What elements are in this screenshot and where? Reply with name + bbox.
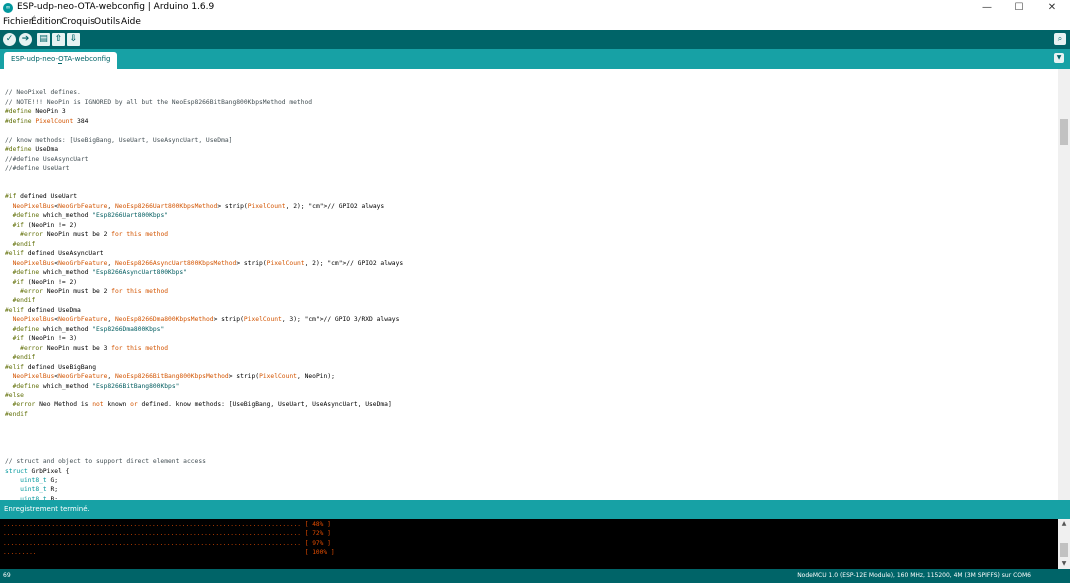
console-output[interactable]: ........................................… [0, 519, 1058, 569]
console-text: ........................................… [3, 521, 335, 557]
code-text[interactable]: // NeoPixel defines. // NOTE!!! NeoPin i… [5, 79, 403, 500]
verify-button[interactable]: ✓ [3, 33, 16, 46]
line-number: 69 [3, 572, 11, 579]
console-scroll-thumb[interactable] [1060, 543, 1068, 557]
editor-scrollbar[interactable] [1058, 69, 1070, 500]
footer-bar: 69 NodeMCU 1.0 (ESP-12E Module), 160 MHz… [0, 569, 1070, 583]
menu-aide[interactable]: Aide [121, 17, 141, 27]
scroll-down-icon[interactable]: ▼ [1058, 560, 1070, 568]
menu-outils[interactable]: Outils [94, 17, 120, 27]
tab-bar: ESP-udp-neo-OTA-webconfig ▼ [0, 49, 1070, 69]
open-sketch-button[interactable]: ⇧ [52, 33, 65, 46]
menu-fichier[interactable]: Fichier [3, 17, 32, 27]
toolbar: ✓ ➔ ▤ ⇧ ⇩ ⌕ [0, 30, 1070, 49]
status-bar: Enregistrement terminé. [0, 500, 1070, 519]
tab-modified-marker [58, 63, 62, 64]
title-bar: ∞ ESP-udp-neo-OTA-webconfig | Arduino 1.… [0, 0, 1070, 16]
upload-button[interactable]: ➔ [19, 33, 32, 46]
minimize-button[interactable]: — [972, 0, 1002, 16]
window-title: ESP-udp-neo-OTA-webconfig | Arduino 1.6.… [17, 2, 215, 12]
code-editor[interactable]: // NeoPixel defines. // NOTE!!! NeoPin i… [0, 69, 1058, 500]
menu-bar: Fichier Édition Croquis Outils Aide [0, 16, 1070, 30]
console-scrollbar[interactable]: ▲ ▼ [1058, 519, 1070, 569]
menu-edition[interactable]: Édition [31, 17, 62, 27]
close-button[interactable]: ✕ [1037, 0, 1067, 16]
maximize-button[interactable]: ☐ [1004, 0, 1034, 16]
status-message: Enregistrement terminé. [4, 505, 90, 513]
tab-menu-button[interactable]: ▼ [1054, 53, 1064, 63]
tab-sketch[interactable]: ESP-udp-neo-OTA-webconfig [4, 52, 118, 69]
serial-monitor-button[interactable]: ⌕ [1054, 33, 1066, 45]
board-info: NodeMCU 1.0 (ESP-12E Module), 160 MHz, 1… [797, 572, 1031, 579]
menu-croquis[interactable]: Croquis [61, 17, 95, 27]
arduino-icon: ∞ [3, 3, 13, 13]
editor-scroll-thumb[interactable] [1060, 119, 1068, 145]
new-sketch-button[interactable]: ▤ [37, 33, 50, 46]
save-sketch-button[interactable]: ⇩ [67, 33, 80, 46]
scroll-up-icon[interactable]: ▲ [1058, 520, 1070, 528]
